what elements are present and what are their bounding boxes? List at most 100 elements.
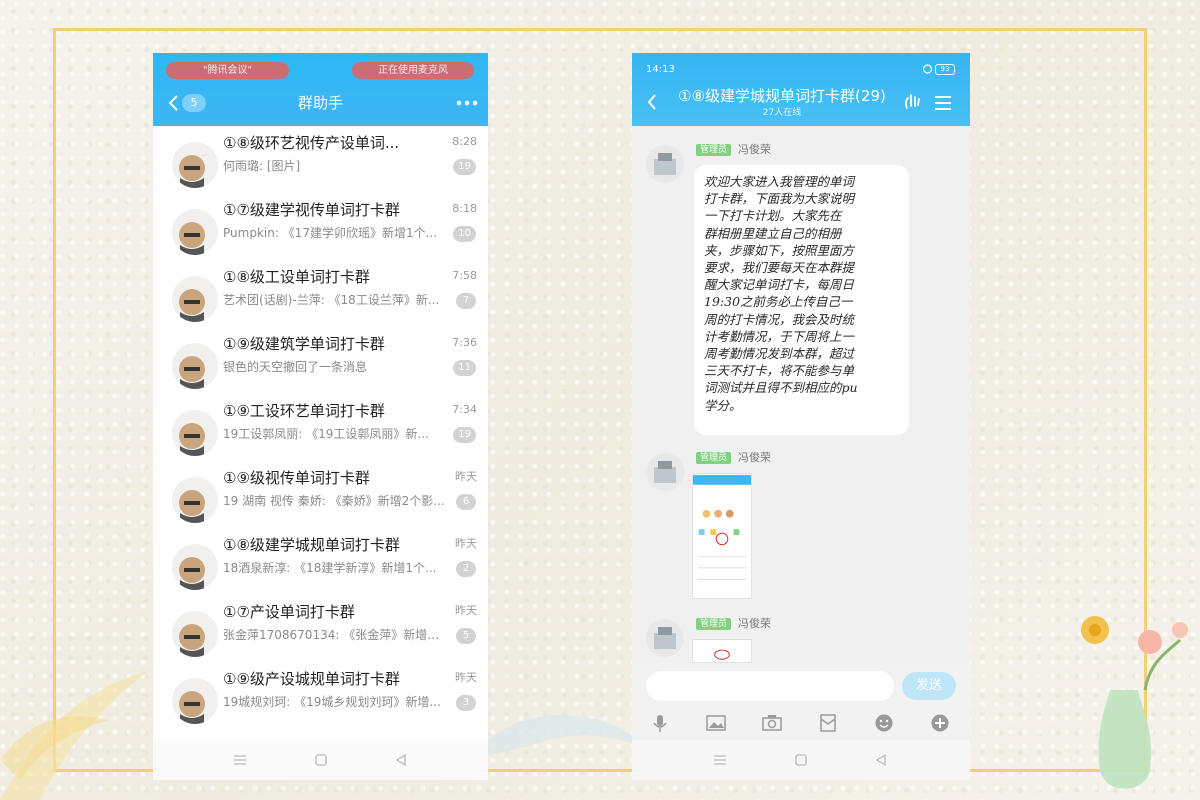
- message-time: 7:34: [452, 403, 477, 416]
- menu-icon[interactable]: [712, 752, 728, 768]
- message-line: 要求，我们要每天在本群提: [704, 260, 855, 276]
- message-input[interactable]: [646, 671, 894, 701]
- message-line: 打卡群，下面我为大家说明: [704, 191, 855, 207]
- message-time: 昨天: [455, 671, 477, 684]
- unread-count: 19: [453, 159, 476, 175]
- flower-vase-decoration: [1081, 616, 1188, 789]
- avatar: [172, 678, 218, 724]
- unread-count: 7: [456, 293, 476, 309]
- unread-count: 10: [453, 226, 476, 242]
- chat-title: ①⑧级建学城规单词打卡群(29): [678, 87, 886, 105]
- list-item[interactable]: ①⑨工设环艺单词打卡群 19工设郭凤丽: 《19工设郭凤丽》新... 7:34 …: [153, 401, 488, 468]
- message-time: 8:28: [452, 135, 477, 148]
- admin-badge: 管理员: [696, 452, 732, 464]
- screenshot-image[interactable]: [692, 639, 752, 663]
- chat-header: 14:13 93 ①⑧级建学城规单词打卡群(29) 27人在线: [632, 53, 970, 126]
- avatar: [172, 477, 218, 523]
- avatar: [172, 343, 218, 389]
- list-item[interactable]: ①⑧级工设单词打卡群 艺术团(话剧)-兰萍: 《18工设兰萍》新... 7:58…: [153, 267, 488, 334]
- avatar: [172, 611, 218, 657]
- avatar[interactable]: [646, 145, 684, 183]
- emoji-icon[interactable]: [874, 713, 894, 733]
- list-item[interactable]: ①⑨级视传单词打卡群 19 湖南 视传 秦娇: 《秦娇》新增2个影... 昨天 …: [153, 468, 488, 535]
- unread-count: 11: [453, 360, 476, 376]
- online-count: 27人在线: [762, 108, 802, 118]
- list-item[interactable]: ... ①⑧级环艺视传产设单词... 何雨璐: [图片] 8:28 19: [153, 133, 488, 200]
- input-bar: 发送: [632, 663, 970, 708]
- list-item[interactable]: ①⑨级建筑学单词打卡群 银色的天空撤回了一条消息 7:36 11: [153, 334, 488, 401]
- home-icon[interactable]: [793, 752, 809, 768]
- message-preview: 艺术团(话剧)-兰萍: 《18工设兰萍》新...: [223, 293, 440, 307]
- message-preview: 19城规刘珂: 《19城乡规划刘珂》新增...: [223, 695, 441, 709]
- back-triangle-icon[interactable]: [393, 752, 409, 768]
- message-preview: 18酒泉新淳: 《18建学新淳》新增1个...: [223, 561, 437, 575]
- back-triangle-icon[interactable]: [873, 752, 889, 768]
- microphone-icon[interactable]: [650, 713, 670, 733]
- screenshot-image[interactable]: [692, 473, 752, 599]
- meeting-app-pill[interactable]: "腾讯会议": [166, 62, 289, 79]
- list-item[interactable]: ①⑧级建学城规单词打卡群 18酒泉新淳: 《18建学新淳》新增1个... 昨天 …: [153, 535, 488, 602]
- home-icon[interactable]: [313, 752, 329, 768]
- conversation-name: ①⑨级产设城规单词打卡群: [223, 670, 400, 688]
- avatar: ...: [172, 142, 218, 188]
- message-time: 8:18: [452, 202, 477, 215]
- menu-icon[interactable]: [232, 752, 248, 768]
- microphone-in-use-pill[interactable]: 正在使用麦克风: [352, 62, 474, 79]
- back-arrow-icon[interactable]: [646, 93, 658, 111]
- message-line: 学分。: [704, 397, 742, 413]
- message-time: 昨天: [455, 537, 477, 550]
- sender-name: 冯俊荣: [738, 451, 771, 464]
- avatar: [172, 544, 218, 590]
- message-preview: Pumpkin: 《17建学卯欣瑶》新增1个...: [223, 226, 438, 240]
- image-icon[interactable]: [706, 713, 726, 733]
- conversation-name: ①⑧级环艺视传产设单词...: [223, 134, 400, 152]
- group-chat-screen: 14:13 93 ①⑧级建学城规单词打卡群(29) 27人在线 管理员 冯俊荣 …: [632, 53, 970, 780]
- red-packet-icon[interactable]: [818, 713, 838, 733]
- message-line: 醒大家记单词打卡，每周日: [704, 277, 855, 293]
- avatar[interactable]: [646, 453, 684, 491]
- message-line: 三天不打卡，将不能参与单: [704, 363, 855, 379]
- page-title: 群助手: [297, 94, 343, 112]
- conversation-name: ①⑧级建学城规单词打卡群: [223, 536, 400, 554]
- status-time: 14:13: [646, 64, 675, 75]
- unread-count: 19: [453, 427, 476, 443]
- list-item[interactable]: ①⑨级产设城规单词打卡群 19城规刘珂: 《19城乡规划刘珂》新增... 昨天 …: [153, 669, 488, 736]
- message-line: 群相册里建立自己的相册: [704, 225, 842, 241]
- message-line: 词测试并且得不到相应的pu: [704, 380, 858, 396]
- unread-count: 2: [456, 561, 476, 577]
- more-icon[interactable]: [456, 96, 478, 110]
- message-preview: 19 湖南 视传 秦娇: 《秦娇》新增2个影...: [223, 494, 445, 508]
- message-line: 周考勤情况发到本群，超过: [704, 346, 855, 362]
- menu-icon[interactable]: [934, 95, 952, 111]
- message-line: 19:30之前务必上传自己一: [704, 294, 853, 310]
- system-nav-bar: [153, 740, 488, 780]
- unread-count: 3: [456, 695, 476, 711]
- conversation-name: ①⑧级工设单词打卡群: [223, 268, 370, 286]
- plus-icon[interactable]: [930, 713, 950, 733]
- message-preview: 何雨璐: [图片]: [223, 159, 301, 173]
- hand-gesture-icon[interactable]: [902, 92, 922, 112]
- conversation-name: ①⑨级视传单词打卡群: [223, 469, 370, 487]
- admin-badge: 管理员: [696, 618, 732, 630]
- list-item[interactable]: ①⑦级建学视传单词打卡群 Pumpkin: 《17建学卯欣瑶》新增1个... 8…: [153, 200, 488, 267]
- avatar[interactable]: [646, 619, 684, 657]
- message-time: 昨天: [455, 470, 477, 483]
- alarm-icon: [922, 64, 933, 74]
- conversation-name: ①⑨级建筑学单词打卡群: [223, 335, 385, 353]
- message-line: 夹，步骤如下，按照里面方: [704, 242, 855, 258]
- message-time: 7:58: [452, 269, 477, 282]
- conversation-name: ①⑦级建学视传单词打卡群: [223, 201, 400, 219]
- unread-count: 5: [456, 628, 476, 644]
- avatar: [172, 276, 218, 322]
- message-preview: 银色的天空撤回了一条消息: [223, 360, 368, 374]
- leaf-decoration: [0, 670, 150, 800]
- conversation-name: ①⑦产设单词打卡群: [223, 603, 355, 621]
- send-button[interactable]: 发送: [902, 672, 956, 700]
- camera-icon[interactable]: [762, 713, 782, 733]
- message-preview: 19工设郭凤丽: 《19工设郭凤丽》新...: [223, 427, 429, 441]
- list-item[interactable]: ①⑦产设单词打卡群 张金萍1708670134: 《张金萍》新增1个... 昨天…: [153, 602, 488, 669]
- battery-level: 93: [935, 64, 955, 75]
- header-bar: "腾讯会议" 正在使用麦克风 5 群助手: [153, 53, 488, 126]
- message-bubble[interactable]: 欢迎大家进入我管理的单词 打卡群，下面我为大家说明 一下打卡计划。大家先在 群相…: [694, 165, 909, 435]
- svg-text:...: ...: [202, 152, 206, 157]
